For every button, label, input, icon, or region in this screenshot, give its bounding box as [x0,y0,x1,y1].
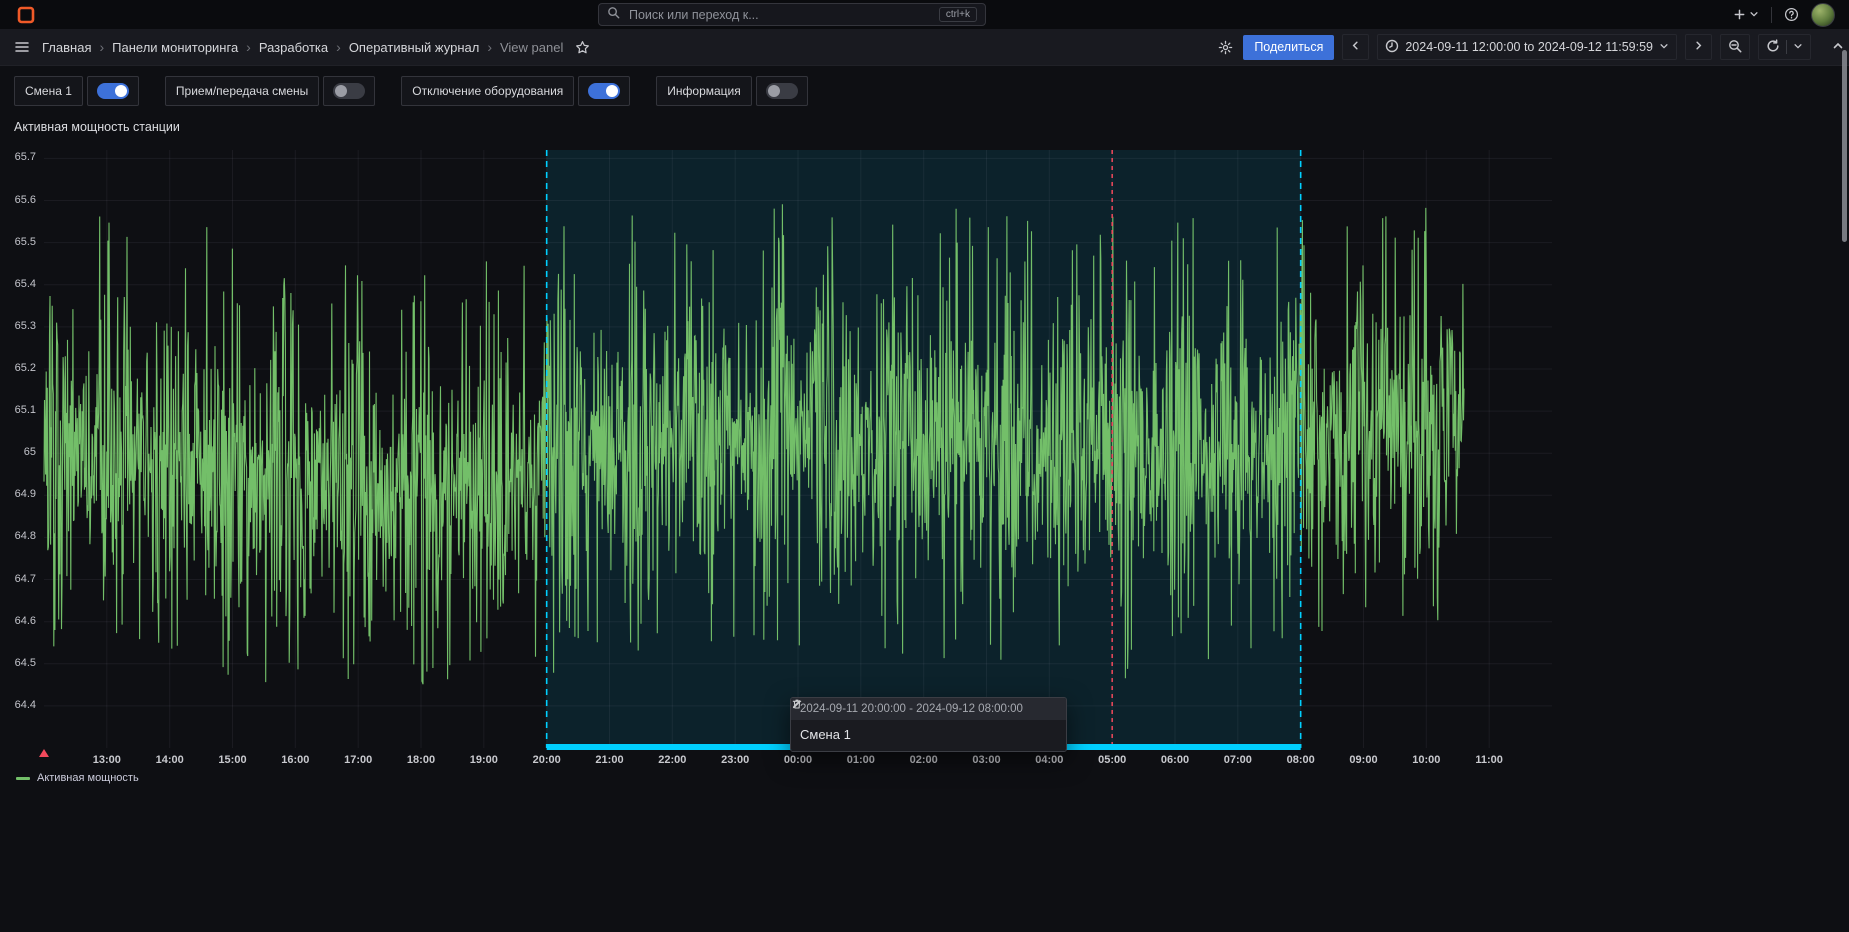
help-button[interactable] [1782,5,1801,24]
breadcrumb-separator: › [99,39,104,55]
search-icon [607,6,620,24]
legend-item[interactable]: Активная мощность [16,772,139,784]
switch-knob [97,83,129,99]
toggle-label: Прием/передача смены [165,76,319,106]
time-range-picker[interactable]: 2024-09-11 12:00:00 to 2024-09-12 11:59:… [1377,34,1677,60]
toolbar-bar: Главная › Панели мониторинга › Разработк… [0,29,1849,66]
toggle-switch-otkl[interactable] [578,76,630,106]
new-button[interactable] [1731,5,1761,24]
annotation-tooltip: 2024-09-11 20:00:00 - 2024-09-12 08:00:0… [790,697,1067,752]
chevron-right-icon [1693,40,1704,54]
top-right-actions [1731,3,1839,27]
switch-knob [333,83,365,99]
time-shift-forward-button[interactable] [1685,34,1712,60]
breadcrumb-separator: › [246,39,251,55]
clock-icon [1385,39,1399,56]
chevron-left-icon [1350,40,1361,54]
breadcrumb-separator: › [336,39,341,55]
switch-knob [766,83,798,99]
toggle-switch-priem[interactable] [323,76,375,106]
breadcrumb-folder[interactable]: Разработка [259,40,328,55]
toggle-switch-smena1[interactable] [87,76,139,106]
toggle-label: Отключение оборудования [401,76,574,106]
legend-color-swatch [16,777,30,780]
refresh-icon [1766,39,1780,56]
breadcrumb-separator: › [487,39,492,55]
zoom-out-icon [1728,39,1742,56]
vertical-scrollbar-thumb[interactable] [1842,50,1847,242]
annotation-toggle-row: Смена 1 Прием/передача смены Отключение … [14,76,808,106]
panel-title: Активная мощность станции [14,120,180,134]
timeseries-panel[interactable]: 65.765.665.565.465.365.265.16564.964.864… [0,146,1849,816]
toggle-label: Смена 1 [14,76,83,106]
annotation-label: Смена 1 [791,720,1066,751]
legend-label: Активная мощность [37,772,139,784]
annotation-toggle-smena1: Смена 1 [14,76,139,106]
annotation-marker [39,749,49,757]
toggle-switch-info[interactable] [756,76,808,106]
chevron-down-icon [1659,40,1669,54]
grafana-logo[interactable] [16,5,36,25]
breadcrumb-home[interactable]: Главная [42,40,91,55]
star-icon[interactable] [573,38,592,57]
refresh-button[interactable] [1758,34,1811,60]
annotation-toggle-info: Информация [656,76,807,106]
annotation-tooltip-header: 2024-09-11 20:00:00 - 2024-09-12 08:00:0… [791,698,1066,720]
switch-knob [588,83,620,99]
breadcrumb-dashboards[interactable]: Панели мониторинга [112,40,238,55]
zoom-out-button[interactable] [1720,34,1750,60]
breadcrumb-view-panel: View panel [500,40,563,55]
toggle-label: Информация [656,76,751,106]
time-range-text: 2024-09-11 12:00:00 to 2024-09-12 11:59:… [1405,40,1653,54]
divider [1771,7,1772,23]
divider [1786,40,1787,54]
menu-toggle-icon[interactable] [12,37,32,57]
search-input[interactable] [627,7,932,23]
annotation-toggle-otkl: Отключение оборудования [401,76,630,106]
breadcrumb: Главная › Панели мониторинга › Разработк… [42,39,563,55]
annotation-time-range: 2024-09-11 20:00:00 - 2024-09-12 08:00:0… [800,703,1023,715]
share-button[interactable]: Поделиться [1243,35,1334,60]
breadcrumb-dashboard[interactable]: Оперативный журнал [349,40,480,55]
shortcut-badge: ctrl+k [939,7,977,22]
panel-settings-gear-icon[interactable] [1216,38,1235,57]
user-avatar[interactable] [1811,3,1835,27]
chevron-down-icon [1749,7,1759,22]
time-shift-back-button[interactable] [1342,34,1369,60]
toolbar-right: Поделиться 2024-09-11 12:00:00 to 2024-0… [1216,34,1837,60]
annotation-toggle-priem: Прием/передача смены [165,76,375,106]
chevron-down-icon [1793,40,1803,54]
top-nav-bar: ctrl+k [0,0,1849,29]
global-search[interactable]: ctrl+k [598,3,986,26]
